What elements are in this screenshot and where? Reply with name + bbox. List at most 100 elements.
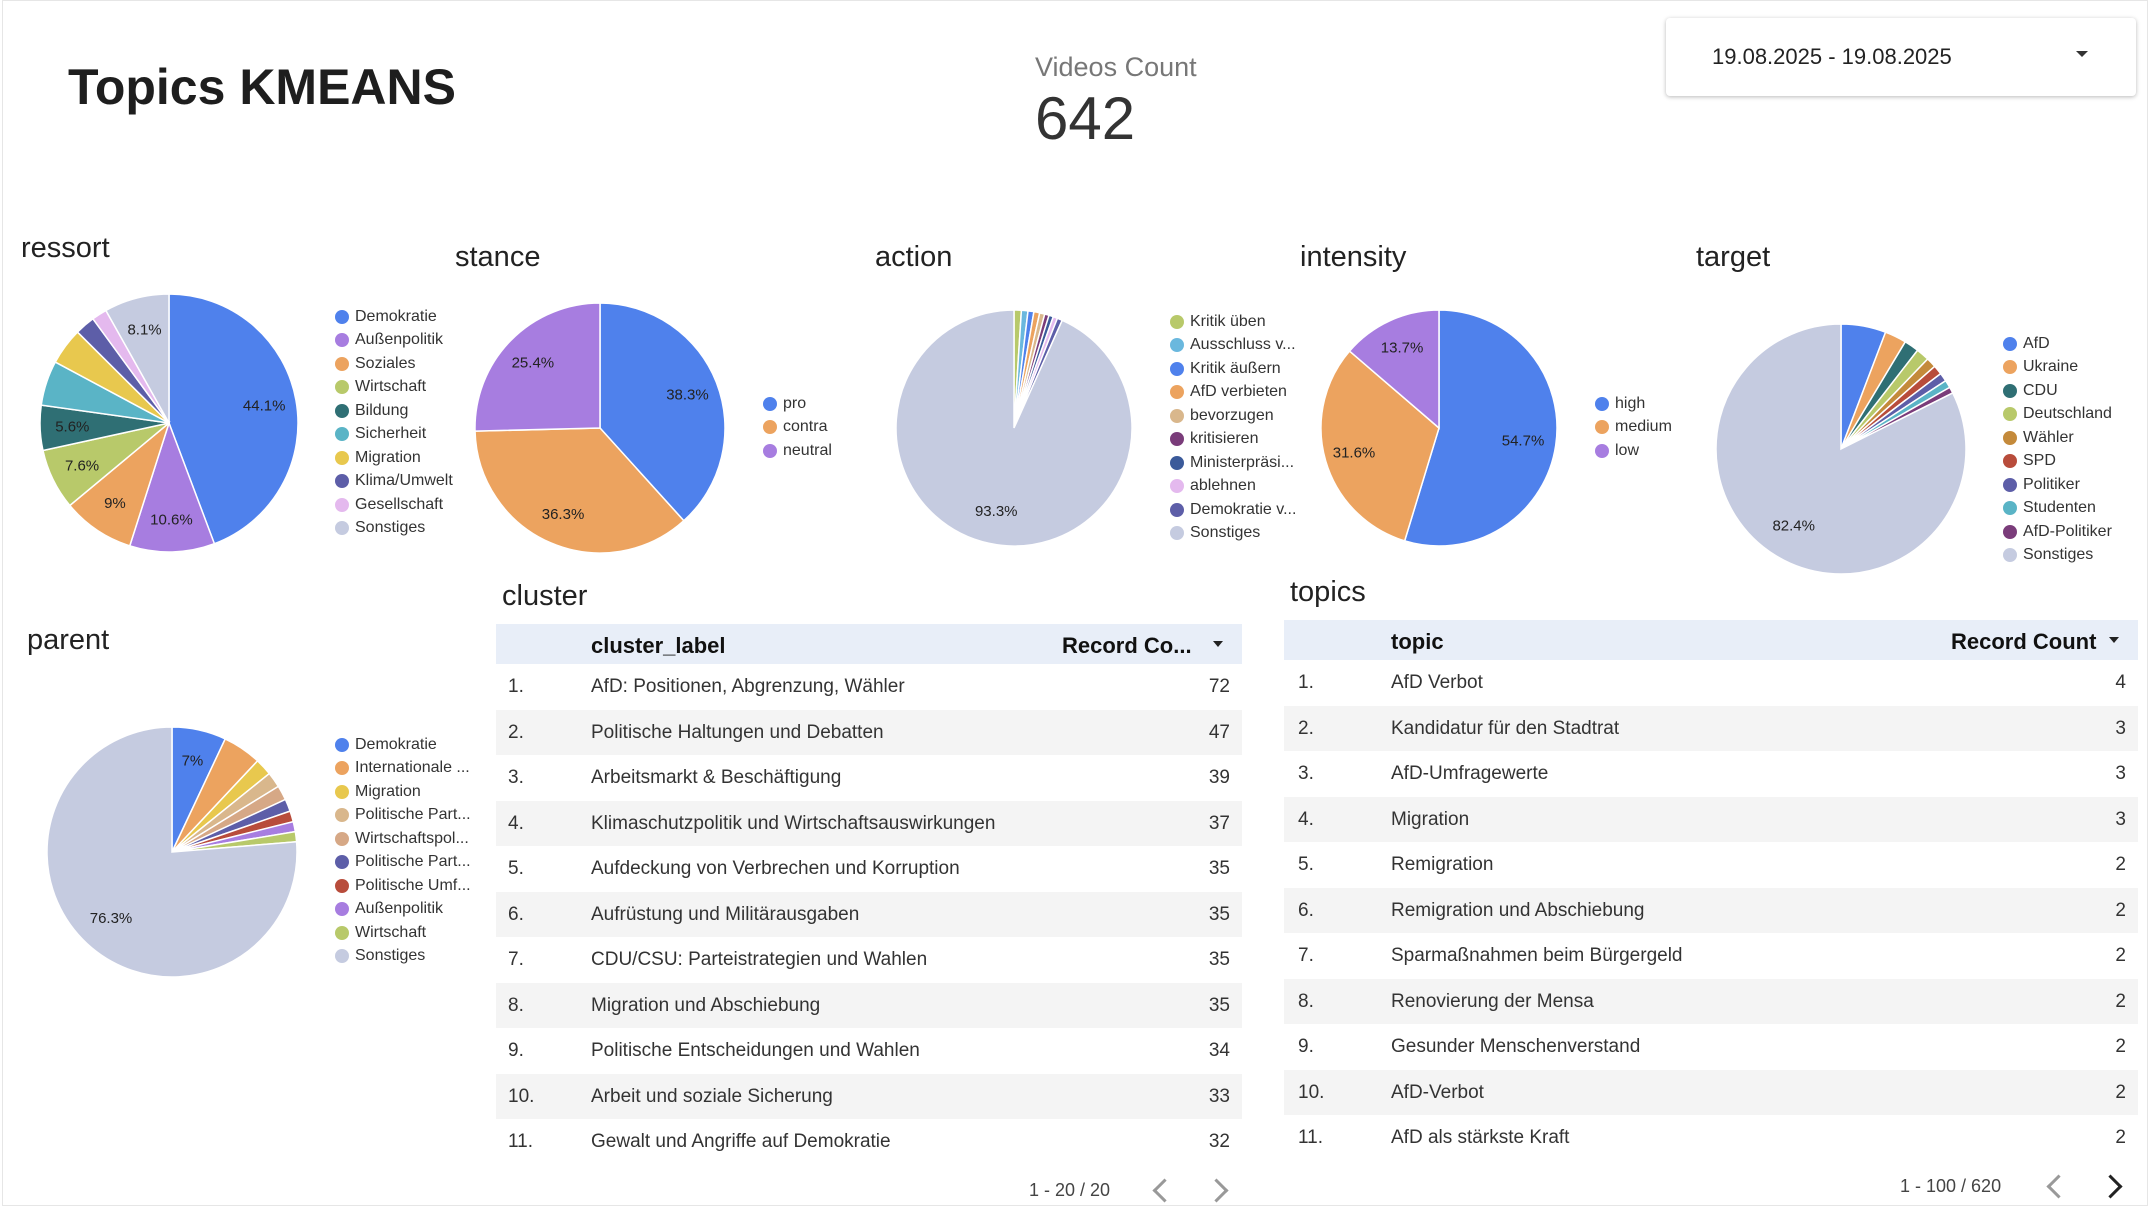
column-header-record-count[interactable]: Record Co... [1062,633,1192,659]
pie-chart-action[interactable]: 93.3% [895,309,1133,547]
pie-chart-target[interactable]: 82.4% [1715,323,1967,575]
sort-desc-icon[interactable] [2109,637,2119,643]
legend-item-internationale[interactable]: Internationale ... [335,757,471,781]
chart-title-ressort: ressort [21,232,110,264]
pie-chart-stance[interactable]: 38.3% 36.3% 25.4% [474,302,726,554]
pie-slice-label: 9% [104,495,126,512]
legend-swatch [335,784,349,799]
table-row[interactable]: 9. Gesunder Menschenverstand 2 [1284,1024,2138,1070]
legend-item-medium[interactable]: medium [1595,416,1672,440]
legend-item-politische-part[interactable]: Politische Part... [335,804,471,828]
legend-item-demokratie[interactable]: Demokratie [335,733,471,757]
table-row[interactable]: 11. AfD als stärkste Kraft 2 [1284,1115,2138,1161]
legend-item-sonstiges[interactable]: Sonstiges [335,517,453,541]
legend-item-sonstiges[interactable]: Sonstiges [335,945,471,969]
column-header-record-count[interactable]: Record Count [1951,629,2096,655]
legend-item-bevorzugen[interactable]: bevorzugen [1170,404,1296,428]
legend-item-außenpolitik[interactable]: Außenpolitik [335,329,453,353]
column-header-topic[interactable]: topic [1391,629,1444,655]
legend-label: low [1615,441,1640,459]
legend-label: bevorzugen [1190,406,1274,424]
pie-chart-ressort[interactable]: 44.1% 10.6% 9% 7.6% 5.6% 8.1% [39,293,299,553]
legend-item-klima-umwelt[interactable]: Klima/Umwelt [335,470,453,494]
legend-item-außenpolitik[interactable]: Außenpolitik [335,898,471,922]
table-row[interactable]: 9. Politische Entscheidungen und Wahlen 34 [496,1028,1242,1074]
table-row[interactable]: 8. Renovierung der Mensa 2 [1284,978,2138,1024]
table-row[interactable]: 10. Arbeit und soziale Sicherung 33 [496,1073,1242,1119]
legend-item-ukraine[interactable]: Ukraine [2003,356,2112,380]
table-row[interactable]: 10. AfD-Verbot 2 [1284,1069,2138,1115]
legend-item-wirtschaftspol[interactable]: Wirtschaftspol... [335,827,471,851]
row-label: Sparmaßnahmen beim Bürgergeld [1391,945,1683,966]
legend-swatch [2003,383,2017,398]
legend-item-cdu[interactable]: CDU [2003,379,2112,403]
legend-item-wirtschaft[interactable]: Wirtschaft [335,376,453,400]
legend-item-sonstiges[interactable]: Sonstiges [1170,522,1296,546]
row-record-count: 2 [2115,1127,2126,1148]
legend-item-demokratie-v[interactable]: Demokratie v... [1170,498,1296,522]
legend-item-sonstiges[interactable]: Sonstiges [2003,544,2112,568]
table-row[interactable]: 5. Aufdeckung von Verbrechen und Korrupti… [496,846,1242,892]
legend-label: Politische Part... [355,853,471,871]
legend-item-politische-part[interactable]: Politische Part... [335,851,471,875]
table-row[interactable]: 5. Remigration 2 [1284,842,2138,888]
legend-item-kritik-üben[interactable]: Kritik üben [1170,310,1296,334]
legend-item-sicherheit[interactable]: Sicherheit [335,423,453,447]
table-row[interactable]: 1. AfD Verbot 4 [1284,660,2138,706]
date-range-picker[interactable]: 19.08.2025 - 19.08.2025 [1666,18,2136,96]
legend-item-wirtschaft[interactable]: Wirtschaft [335,921,471,945]
table-row[interactable]: 4. Migration 3 [1284,796,2138,842]
pie-chart-parent[interactable]: 7% 76.3% [46,726,298,978]
legend-item-migration[interactable]: Migration [335,780,471,804]
legend-item-politische-umf[interactable]: Politische Umf... [335,874,471,898]
legend-item-contra[interactable]: contra [763,416,832,440]
table-row[interactable]: 11. Gewalt und Angriffe auf Demokratie 32 [496,1119,1242,1165]
legend-item-spd[interactable]: SPD [2003,450,2112,474]
legend-item-low[interactable]: low [1595,439,1672,463]
legend-swatch [335,925,349,940]
legend-item-neutral[interactable]: neutral [763,439,832,463]
row-label: AfD-Umfragewerte [1391,763,1549,784]
table-row[interactable]: 6. Remigration und Abschiebung 2 [1284,887,2138,933]
table-row[interactable]: 7. Sparmaßnahmen beim Bürgergeld 2 [1284,933,2138,979]
table-row[interactable]: 2. Politische Haltungen und Debatten 47 [496,709,1242,755]
legend-item-afd[interactable]: AfD [2003,332,2112,356]
column-header-cluster-label[interactable]: cluster_label [591,633,726,659]
legend-swatch [2003,454,2017,469]
table-row[interactable]: 7. CDU/CSU: Parteistrategien und Wahlen 35 [496,937,1242,983]
legend-item-deutschland[interactable]: Deutschland [2003,403,2112,427]
legend-item-wähler[interactable]: Wähler [2003,426,2112,450]
legend-item-ablehnen[interactable]: ablehnen [1170,475,1296,499]
legend-item-bildung[interactable]: Bildung [335,399,453,423]
legend-item-studenten[interactable]: Studenten [2003,497,2112,521]
legend-label: Deutschland [2023,405,2112,423]
table-row[interactable]: 4. Klimaschutzpolitik und Wirtschaftsausw… [496,800,1242,846]
legend-item-migration[interactable]: Migration [335,446,453,470]
table-row[interactable]: 8. Migration und Abschiebung 35 [496,982,1242,1028]
legend-item-pro[interactable]: pro [763,392,832,416]
chart-title-parent: parent [27,624,110,656]
row-index: 1. [508,676,524,697]
legend-label: Politische Umf... [355,876,471,894]
table-row[interactable]: 2. Kandidatur für den Stadtrat 3 [1284,705,2138,751]
legend-item-kritik-äußern[interactable]: Kritik äußern [1170,357,1296,381]
table-row[interactable]: 6. Aufrüstung und Militärausgaben 35 [496,891,1242,937]
legend-item-ausschluss-v[interactable]: Ausschluss v... [1170,334,1296,358]
row-record-count: 47 [1208,721,1230,743]
legend-item-afd-politiker[interactable]: AfD-Politiker [2003,520,2112,544]
legend-label: ablehnen [1190,477,1256,495]
legend-item-ministerpräsi[interactable]: Ministerpräsi... [1170,451,1296,475]
legend-item-soziales[interactable]: Soziales [335,352,453,376]
legend-item-gesellschaft[interactable]: Gesellschaft [335,493,453,517]
legend-item-high[interactable]: high [1595,392,1672,416]
table-row[interactable]: 3. Arbeitsmarkt & Beschäftigung 39 [496,755,1242,801]
legend-swatch [2003,501,2017,516]
legend-item-afd-verbieten[interactable]: AfD verbieten [1170,381,1296,405]
legend-item-politiker[interactable]: Politiker [2003,473,2112,497]
legend-item-kritisieren[interactable]: kritisieren [1170,428,1296,452]
sort-desc-icon[interactable] [1213,641,1223,647]
table-row[interactable]: 3. AfD-Umfragewerte 3 [1284,751,2138,797]
legend-item-demokratie[interactable]: Demokratie [335,305,453,329]
pie-chart-intensity[interactable]: 54.7% 31.6% 13.7% [1320,309,1558,547]
table-row[interactable]: 1. AfD: Positionen, Abgrenzung, Wähler 72 [496,664,1242,710]
